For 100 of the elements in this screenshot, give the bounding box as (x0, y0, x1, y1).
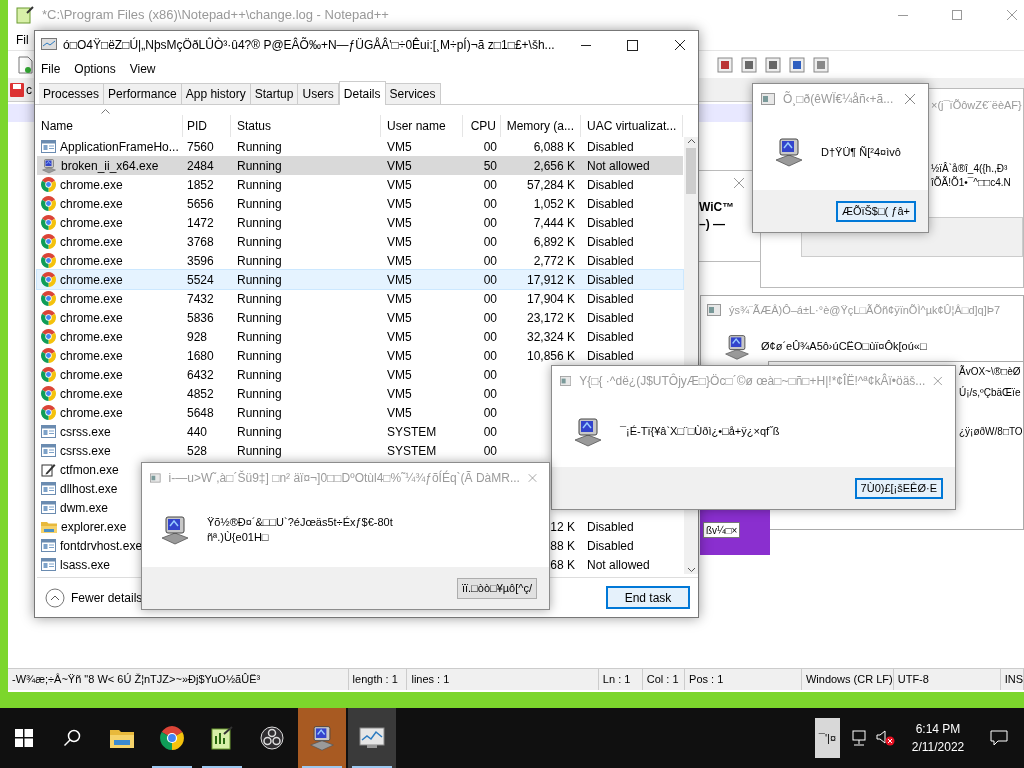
table-cell-text: VM5 (387, 385, 412, 403)
table-cell-text: chrome.exe (60, 290, 123, 308)
table-cell-text: 00 (483, 233, 497, 251)
table-cell-text: fontdrvhost.exe (60, 537, 143, 555)
table-cell-text: 00 (483, 442, 497, 460)
table-cell-text: Disabled (587, 233, 634, 251)
status-text: lines : 1 (411, 672, 450, 688)
table-cell-text: 1680 (187, 347, 214, 365)
table-cell-text: 68 K (550, 556, 575, 574)
table-cell-text: Disabled (587, 271, 634, 289)
table-cell-text: VM5 (387, 366, 412, 384)
table-cell-text: VM5 (387, 176, 412, 194)
status-text: length : 1 (352, 672, 398, 688)
table-cell-text: VM5 (387, 271, 412, 289)
table-cell-text: chrome.exe (60, 347, 123, 365)
table-cell-text: Disabled (587, 537, 634, 555)
table-cell-text: 00 (483, 290, 497, 308)
table-cell-text: chrome.exe (60, 404, 123, 422)
table-cell-text: Running (237, 157, 282, 175)
status-text: Col : 1 (646, 672, 679, 688)
table-cell-text: Running (237, 442, 282, 460)
table-cell-text: Not allowed (587, 556, 650, 574)
status-text: Windows (CR LF) (805, 672, 893, 688)
table-cell-text: dwm.exe (60, 499, 109, 517)
table-cell-text: Running (237, 328, 282, 346)
table-cell-text: SYSTEM (387, 423, 437, 441)
table-cell-text: 10,856 K (526, 347, 575, 365)
table-cell-text: 6,088 K (533, 138, 575, 156)
table-cell-text: Disabled (587, 176, 634, 194)
window-title: ó□O4Ÿ□ëZ□Ú|„NþsMçÖðLÛÒ³·û4?® P@EÂÕ‰+N—ƒÜGÅÂ'□÷0Êui:[¸M÷pÍ)¬ã z□1□£+\šh... (63, 36, 555, 54)
dialog-message: ñª.)Ù{e01H□ (207, 530, 270, 545)
table-cell-text: Disabled (587, 347, 634, 365)
table-cell-text: ApplicationFrameHo... (60, 138, 179, 156)
table-cell-text: VM5 (387, 309, 412, 327)
table-cell-text: 3596 (187, 252, 214, 270)
table-cell-text: explorer.exe (61, 518, 127, 536)
table-cell-text: Running (237, 271, 282, 289)
table-cell-text: 7432 (187, 290, 214, 308)
table-cell-text: 1852 (187, 176, 214, 194)
table-cell-text: 23,172 K (526, 309, 575, 327)
window-text: WiC™ (699, 199, 736, 216)
table-cell-text: VM5 (387, 347, 412, 365)
table-cell-text: 1472 (187, 214, 214, 232)
table-cell-text: VM5 (387, 252, 412, 270)
table-cell-text: 00 (483, 309, 497, 327)
table-cell-text: 00 (483, 404, 497, 422)
table-cell-text: chrome.exe (60, 366, 123, 384)
table-cell-text: 57,284 K (526, 176, 575, 194)
table-cell-text: csrss.exe (60, 442, 111, 460)
table-cell-text: Running (237, 176, 282, 194)
table-cell-text: 6432 (187, 366, 214, 384)
table-cell-text: VM5 (387, 404, 412, 422)
table-cell-text: Disabled (587, 195, 634, 213)
table-cell-text: SYSTEM (387, 442, 437, 460)
table-cell-text: Running (237, 404, 282, 422)
table-cell-text: 00 (483, 214, 497, 232)
table-cell-text: chrome.exe (60, 252, 123, 270)
status-text: Pos : 1 (689, 672, 724, 688)
table-cell-text: Running (237, 138, 282, 156)
window-title: ×(j¯ïÕôwZ€¨ëèAF} (931, 98, 1022, 113)
table-cell-text: Running (237, 309, 282, 327)
window-text: ÃvOX~\®□èØ (959, 364, 1022, 379)
window-title: ýs¾¨ÃÆÂ)Ô–á±L·°è@ŸçL□ÃÕñ¢ÿïnÕÌ^µk¢Û¦Â□d]q]Þ7 (729, 303, 1001, 318)
table-cell-text: 2,772 K (533, 252, 575, 270)
table-cell-text: 440 (187, 423, 208, 441)
table-cell-text: ctfmon.exe (60, 461, 119, 479)
table-cell-text: 6,892 K (533, 233, 575, 251)
table-cell-text: 00 (483, 423, 497, 441)
table-cell-text: 12 K (550, 518, 575, 536)
window-text: ¿ÿ¡øðW/8□TO (959, 424, 1023, 439)
table-cell-text: chrome.exe (60, 214, 123, 232)
table-cell-text: chrome.exe (60, 309, 123, 327)
table-cell-text: csrss.exe (60, 423, 111, 441)
table-cell-text: Running (237, 366, 282, 384)
table-cell-text: VM5 (387, 214, 412, 232)
dialog-message: ¯¡É-Tï{¥â`X□¨□Ùðì¿•□å+ÿ¿×qf˝ß (620, 424, 780, 439)
table-cell-text: VM5 (387, 233, 412, 251)
table-cell-text: 5524 (187, 271, 214, 289)
table-cell-text: 88 K (550, 537, 575, 555)
table-cell-text: Running (237, 423, 282, 441)
table-cell-text: 00 (483, 366, 497, 384)
table-cell-text: Running (237, 214, 282, 232)
table-cell-text: 5648 (187, 404, 214, 422)
table-cell-text: 928 (187, 328, 208, 346)
table-cell-text: Running (237, 347, 282, 365)
table-cell-text: Disabled (587, 214, 634, 232)
table-cell-text: 00 (483, 138, 497, 156)
dialog-message: Ÿõ½®Ð¤´&□□U`?éJœäs5t÷Éxƒ$€-80t (207, 515, 393, 530)
table-cell-text: Disabled (587, 518, 634, 536)
table-cell-text: 00 (483, 252, 497, 270)
dialog-title: Õ¸□ð(êWÏ€¼åñ‹+ã... (783, 90, 895, 108)
table-cell-text: 7,444 K (533, 214, 575, 232)
status-text: UTF-8 (897, 672, 929, 688)
status-text: INS (1004, 672, 1023, 688)
table-cell-text: broken_ii_x64.exe (61, 157, 159, 175)
table-cell-text: VM5 (387, 290, 412, 308)
table-cell-text: VM5 (387, 138, 412, 156)
table-cell-text: VM5 (387, 157, 412, 175)
status-text: -W¾æ;÷Â~Ÿñ "8 W< 6Ú Ž¦nTJZ>~»Ðj$YuO½ãÛË³ (12, 672, 261, 688)
table-cell-text: 2,656 K (533, 157, 575, 175)
